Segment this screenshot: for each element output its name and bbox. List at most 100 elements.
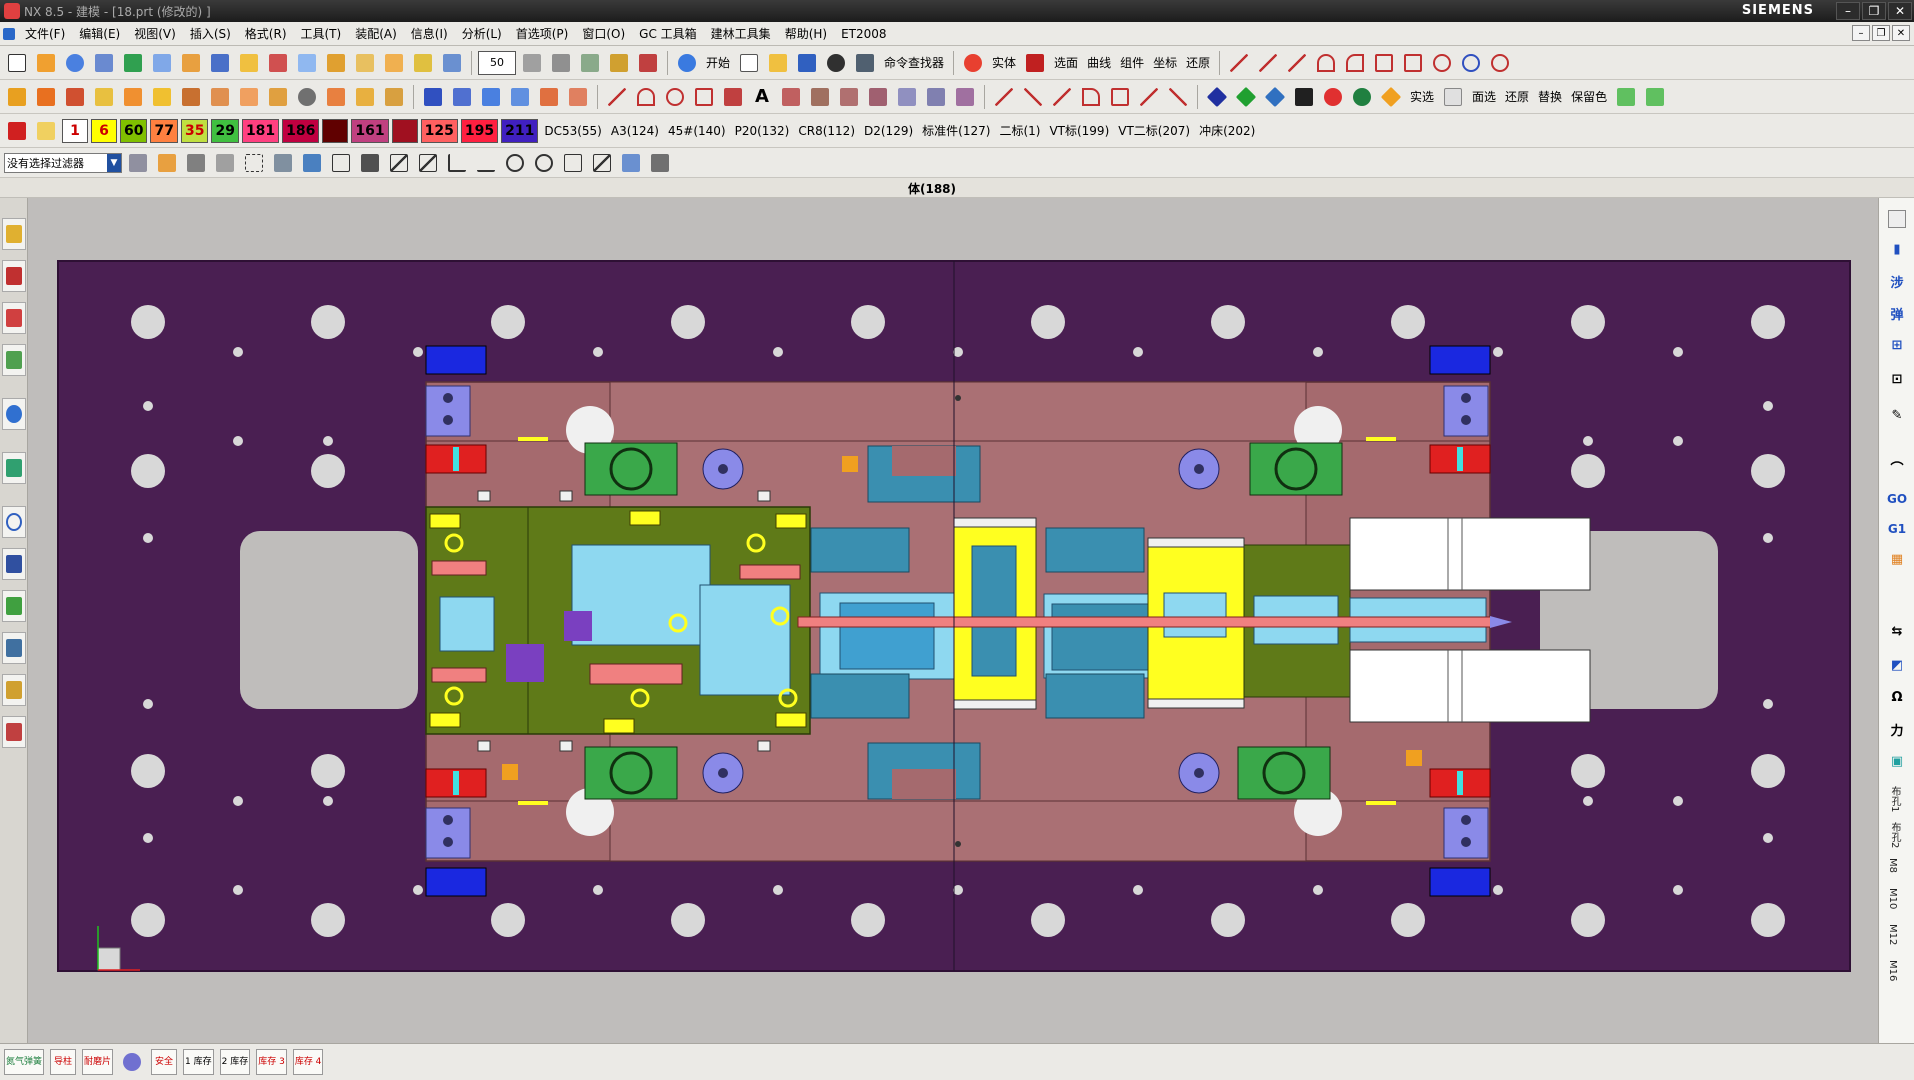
menu-edit[interactable]: 编辑(E) (72, 25, 127, 42)
extract-curve-icon[interactable] (894, 84, 920, 110)
die-tools-icon[interactable] (1885, 208, 1909, 230)
chamfer-icon[interactable] (352, 50, 378, 76)
info-icon[interactable] (2, 398, 26, 430)
king-icon[interactable] (1291, 84, 1317, 110)
curve-tool-icon[interactable]: ⌒ (1885, 456, 1909, 478)
trim-corner-icon[interactable] (991, 84, 1017, 110)
cylinder-icon[interactable] (62, 50, 88, 76)
draft-icon[interactable] (381, 50, 407, 76)
color-swatch-211[interactable]: 211 (501, 118, 539, 143)
snap-diag-icon[interactable] (415, 150, 441, 176)
delete-face-icon[interactable] (62, 84, 88, 110)
new-file-icon[interactable] (4, 50, 30, 76)
doc-minimize-button[interactable]: – (1852, 25, 1870, 41)
polygon-icon[interactable] (691, 84, 717, 110)
pattern-face-icon[interactable] (178, 84, 204, 110)
blue-tool-icon[interactable]: ▮ (1885, 238, 1909, 260)
csys-button[interactable]: 坐标 (1150, 54, 1180, 71)
restore-button-2[interactable]: 还原 (1502, 88, 1532, 105)
menu-assembly[interactable]: 装配(A) (348, 25, 404, 42)
selection-filter-dropdown[interactable]: 没有选择过滤器 ▼ (4, 152, 122, 173)
subtract-icon[interactable] (565, 84, 591, 110)
menu-et2008[interactable]: ET2008 (834, 27, 893, 41)
guide-post-button[interactable]: 导柱 (50, 1049, 77, 1075)
start-button[interactable]: 开始 (703, 54, 733, 71)
snap-perpendicular-icon[interactable] (473, 150, 499, 176)
arrange-tool-icon[interactable]: ⊡ (1885, 368, 1909, 390)
command-finder-icon[interactable] (852, 50, 878, 76)
color-swatch-60[interactable]: 60 (120, 118, 148, 143)
refresh-icon[interactable] (960, 50, 986, 76)
material-standard-part[interactable]: 标准件(127) (919, 122, 993, 139)
circle-tool-icon[interactable] (662, 84, 688, 110)
rename-tool-icon[interactable]: ✎ (1885, 404, 1909, 426)
measure-length-icon[interactable] (449, 84, 475, 110)
blend-icon[interactable] (323, 50, 349, 76)
menu-format[interactable]: 格式(R) (238, 25, 294, 42)
color-swatch-77[interactable]: 77 (150, 118, 178, 143)
snap-tangent-icon[interactable] (444, 150, 470, 176)
paste-face-icon[interactable] (265, 84, 291, 110)
restore-button-1[interactable]: 还原 (1183, 54, 1213, 71)
pan-icon[interactable] (577, 50, 603, 76)
arc-tool-icon[interactable] (633, 84, 659, 110)
hole-layout-1[interactable]: 布孔1 (1887, 786, 1902, 812)
green-tool-2-icon[interactable] (1642, 84, 1668, 110)
constraint-navigator-icon[interactable] (2, 260, 26, 292)
gray-block-icon[interactable] (294, 84, 320, 110)
color-swatch-dark[interactable] (322, 118, 349, 143)
open-icon[interactable] (765, 50, 791, 76)
color-swatch-crimson[interactable] (391, 118, 418, 143)
color-swatch-161[interactable]: 161 (351, 118, 389, 143)
replace-button[interactable]: 替换 (1535, 88, 1565, 105)
assembly-icon[interactable] (120, 50, 146, 76)
wear-plate-button[interactable]: 耐磨片 (82, 1049, 114, 1075)
screw-m12[interactable]: M12 (1887, 924, 1898, 945)
wireframe-icon[interactable] (1204, 84, 1230, 110)
screw-m10[interactable]: M10 (1887, 888, 1898, 909)
minimize-button[interactable]: – (1836, 2, 1860, 20)
curve-edit-icon[interactable] (1136, 84, 1162, 110)
shaded-icon[interactable] (1233, 84, 1259, 110)
filter-settings-icon[interactable] (125, 150, 151, 176)
nitrogen-spring-button[interactable]: 氮气弹簧 (4, 1049, 45, 1075)
offset-face-icon[interactable] (410, 50, 436, 76)
snap-quadrant-icon[interactable] (531, 150, 557, 176)
hole-icon[interactable] (207, 50, 233, 76)
bridge-curve-icon[interactable] (865, 84, 891, 110)
copy-face-icon[interactable] (236, 84, 262, 110)
trim-line-icon[interactable] (1165, 84, 1191, 110)
inventory-4-button[interactable]: 库存 4 (292, 1049, 324, 1075)
circle-tangent-icon[interactable] (1487, 50, 1513, 76)
material-a3[interactable]: A3(124) (608, 124, 662, 138)
select-face-button[interactable]: 选面 (1051, 54, 1081, 71)
screw-m16[interactable]: M16 (1887, 960, 1898, 981)
color-swatch-6[interactable]: 6 (91, 118, 117, 143)
start-icon[interactable] (674, 50, 700, 76)
hide-icon[interactable] (1440, 84, 1466, 110)
section-curve-icon[interactable] (952, 84, 978, 110)
map-tool-icon[interactable]: ◩ (1885, 654, 1909, 676)
select-face-button-2[interactable]: 面选 (1469, 88, 1499, 105)
join-curve-icon[interactable] (807, 84, 833, 110)
safety-button[interactable]: 安全 (151, 1049, 178, 1075)
material-p20[interactable]: P20(132) (732, 124, 793, 138)
inventory-1-button[interactable]: 1 库存 (183, 1049, 214, 1075)
red-box-icon[interactable] (4, 118, 30, 144)
line-tool-icon[interactable] (604, 84, 630, 110)
spring-label[interactable]: 弹 (1885, 302, 1909, 324)
spline-icon[interactable] (720, 84, 746, 110)
system-materials-icon[interactable] (2, 548, 26, 580)
material-cr8[interactable]: CR8(112) (795, 124, 858, 138)
grid-tool-icon[interactable]: ⊞ (1885, 334, 1909, 356)
manufacturing-wizard-icon[interactable] (2, 632, 26, 664)
involve-label[interactable]: 涉 (1885, 270, 1909, 292)
material-d2[interactable]: D2(129) (861, 124, 916, 138)
force-label[interactable]: 力 (1885, 718, 1909, 740)
history-icon[interactable] (2, 506, 26, 538)
inventory-3-button[interactable]: 库存 3 (256, 1049, 287, 1075)
menu-help[interactable]: 帮助(H) (778, 25, 834, 42)
snap-center-icon[interactable] (502, 150, 528, 176)
resize-face-icon[interactable] (91, 84, 117, 110)
shell-icon[interactable] (294, 50, 320, 76)
